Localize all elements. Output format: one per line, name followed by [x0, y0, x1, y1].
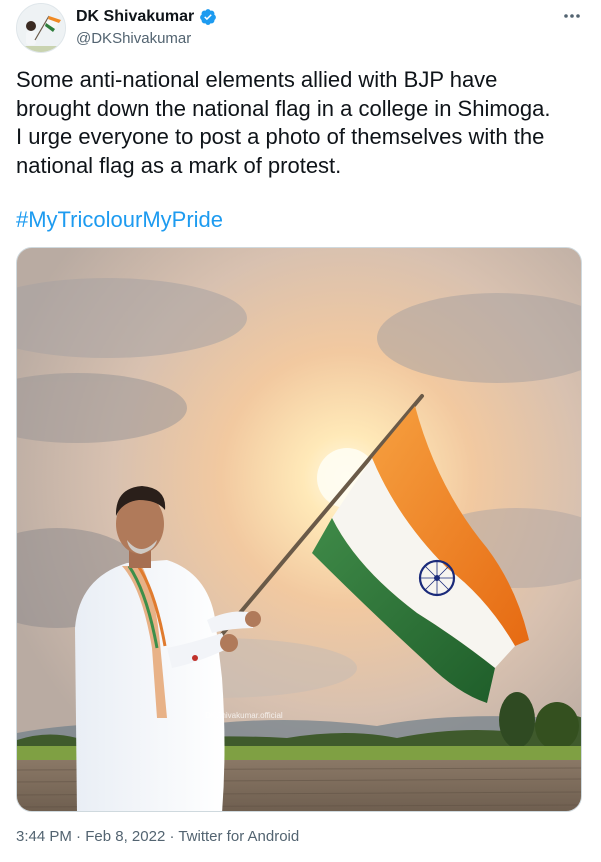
meta-separator-2: · — [165, 828, 179, 845]
photo-watermark: DKShivakumar.official — [205, 711, 283, 720]
meta-separator: · — [71, 828, 86, 845]
tweet-meta: 3:44 PM · Feb 8, 2022 · Twitter for Andr… — [16, 828, 299, 845]
author-info: DK Shivakumar @DKShivakumar — [76, 6, 217, 47]
avatar-image — [17, 4, 65, 52]
name-row: DK Shivakumar — [76, 6, 217, 28]
verified-badge-icon — [199, 8, 217, 26]
tweet-source[interactable]: Twitter for Android — [178, 828, 299, 845]
tweet-time[interactable]: 3:44 PM — [16, 828, 72, 845]
tweet-photo[interactable]: DKShivakumar.official — [16, 247, 582, 812]
more-options-icon[interactable] — [556, 6, 588, 26]
display-name[interactable]: DK Shivakumar — [76, 8, 194, 26]
avatar[interactable] — [16, 3, 66, 53]
handle[interactable]: @DKShivakumar — [76, 30, 217, 47]
tweet: DK Shivakumar @DKShivakumar Some anti-na… — [0, 0, 601, 862]
tweet-date[interactable]: Feb 8, 2022 — [85, 828, 165, 845]
hashtag-link[interactable]: #MyTricolourMyPride — [16, 207, 223, 233]
photo-illustration: DKShivakumar.official — [17, 248, 581, 811]
tweet-text: Some anti-national elements allied with … — [16, 67, 551, 178]
